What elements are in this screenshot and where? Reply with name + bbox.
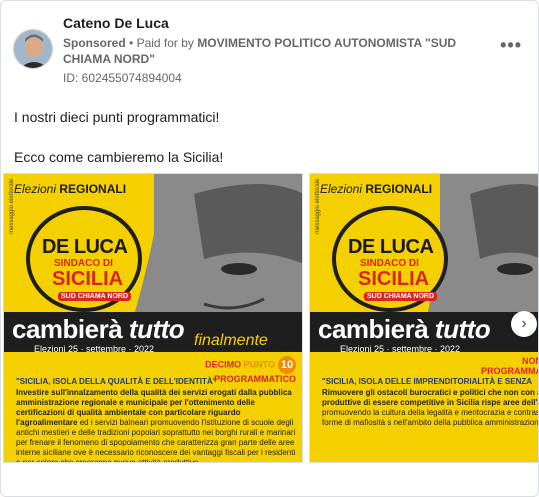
slogan-a: cambierà (318, 314, 429, 344)
ad-id: ID: 602455074894004 (63, 71, 182, 85)
badge-name: DE LUCA (348, 236, 434, 258)
elezioni-text: Elezioni (320, 182, 363, 196)
avatar[interactable] (13, 29, 53, 69)
post-header: Cateno De Luca Sponsored • Paid for by M… (13, 11, 528, 91)
image-carousel[interactable]: Elezioni REGIONALI messaggio elettorale … (1, 173, 539, 496)
author-name[interactable]: Cateno De Luca (63, 15, 169, 31)
slogan-finalmente: finalmente (194, 332, 268, 349)
sponsored-label[interactable]: Sponsored (63, 36, 126, 50)
separator: • (129, 36, 134, 50)
chevron-right-icon[interactable]: › (511, 311, 537, 337)
vertical-label: messaggio elettorale (315, 178, 321, 234)
sponsorship-line: Sponsored • Paid for by MOVIMENTO POLITI… (63, 35, 483, 67)
program-text-lead: Rimuovere gli ostacoli burocratici e pol… (322, 388, 538, 407)
program-point-label: NON PROGRAMMA (481, 356, 539, 376)
punto-b: PUNTO (243, 359, 275, 370)
candidate-badge: DE LUCA SINDACO DI SICILIA SUD CHIAMA NO… (332, 206, 448, 312)
elections-label: Elezioni REGIONALI (14, 182, 126, 196)
punto-c: PROGRAMMA (481, 366, 539, 376)
slogan: cambierà tutto (318, 314, 491, 345)
slogan-b: tutto (434, 314, 491, 344)
badge-region: SICILIA (358, 268, 430, 290)
badge-party: SUD CHIAMA NORD (364, 292, 438, 301)
regionali-text: REGIONALI (59, 182, 127, 196)
ad-post-card: Cateno De Luca Sponsored • Paid for by M… (0, 0, 539, 497)
program-quote: "SICILIA, ISOLA DELLA QUALITÀ E DELL'IDE… (16, 377, 217, 386)
slogan-a: cambierà (12, 314, 123, 344)
carousel-slide[interactable]: Elezioni REGIONALI messaggio elettorale … (309, 173, 539, 463)
punto-a: NON (522, 356, 538, 366)
post-text-line-1: I nostri dieci punti programmatici! (14, 109, 220, 125)
carousel-slide[interactable]: Elezioni REGIONALI messaggio elettorale … (3, 173, 303, 463)
program-text-rest: promuovendo la cultura della legalità e … (322, 408, 539, 427)
slogan-b: tutto (128, 314, 185, 344)
program-text: Investire sull'innalzamento della qualit… (16, 388, 298, 462)
regionali-text: REGIONALI (365, 182, 433, 196)
program-quote: "SICILIA, ISOLA DELLE IMPRENDITORIALITÀ … (322, 377, 533, 386)
vertical-label: messaggio elettorale (9, 178, 15, 234)
paid-for-label: Paid for by (136, 36, 194, 50)
punto-a: DECIMO (205, 359, 242, 370)
badge-name: DE LUCA (42, 236, 128, 258)
candidate-badge: DE LUCA SINDACO DI SICILIA SUD CHIAMA NO… (26, 206, 142, 312)
program-text: Rimuovere gli ostacoli burocratici e pol… (322, 388, 539, 428)
badge-region: SICILIA (52, 268, 124, 290)
point-number: 10 (278, 356, 296, 374)
post-text-line-2: Ecco come cambieremo la Sicilia! (14, 149, 224, 165)
slogan: cambierà tutto (12, 314, 185, 345)
elezioni-text: Elezioni (14, 182, 57, 196)
badge-party: SUD CHIAMA NORD (58, 292, 132, 301)
more-horizontal-icon[interactable]: ••• (500, 35, 522, 56)
elections-label: Elezioni REGIONALI (320, 182, 432, 196)
